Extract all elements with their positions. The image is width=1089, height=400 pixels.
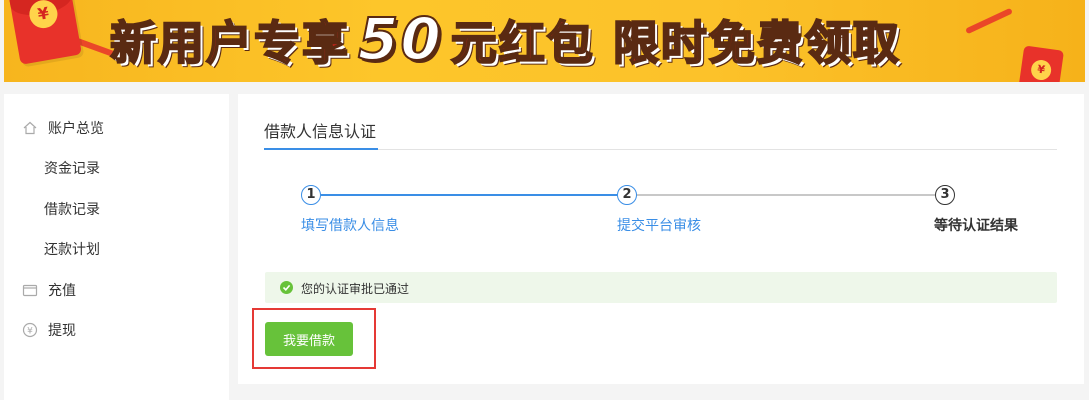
slogan-text-1: 新用户专享 (109, 15, 350, 71)
sidebar-item-fund-records[interactable]: 资金记录 (4, 153, 229, 183)
wallet-icon (22, 282, 38, 298)
sidebar-item-label: 提现 (48, 323, 76, 339)
red-envelope-icon: ¥ (8, 0, 82, 65)
step-connector-pending (637, 194, 935, 196)
sidebar-item-label: 账户总览 (48, 121, 104, 137)
yuan-coin-icon: ¥ (1029, 58, 1053, 82)
sidebar-item-label: 充值 (48, 283, 76, 299)
main-panel: 借款人信息认证 1 填写借款人信息 2 提交平台审核 3 等待认证结果 您的认证… (238, 94, 1084, 384)
progress-steps: 1 填写借款人信息 2 提交平台审核 3 等待认证结果 (238, 94, 1084, 254)
sidebar-nav: 账户总览 资金记录 借款记录 还款计划 充值 ¥ 提现 (4, 94, 229, 400)
alert-message: 您的认证审批已通过 (301, 282, 410, 296)
step-3-circle: 3 (935, 185, 955, 205)
sidebar-item-repayment-plan[interactable]: 还款计划 (4, 234, 229, 264)
step-1-label: 填写借款人信息 (301, 218, 399, 234)
slogan-text-2: 元红包 限时免费领取 (450, 15, 901, 71)
ribbon-decoration (965, 7, 1013, 35)
sidebar-item-account-overview[interactable]: 账户总览 (4, 113, 229, 143)
step-1-circle: 1 (301, 185, 321, 205)
slogan-number: 50 (357, 4, 443, 74)
apply-loan-button[interactable]: 我要借款 (265, 322, 353, 356)
success-alert: 您的认证审批已通过 (265, 272, 1057, 303)
yuan-icon: ¥ (22, 322, 38, 338)
red-envelope-icon: ¥ (1017, 45, 1065, 82)
banner-slogan: 新用户专享 50 元红包 限时免费领取 (104, 4, 907, 74)
step-3-label: 等待认证结果 (934, 218, 1018, 234)
sidebar-item-withdraw[interactable]: ¥ 提现 (4, 315, 229, 345)
sidebar-item-label: 资金记录 (44, 161, 100, 177)
check-circle-icon (280, 281, 293, 294)
step-2-label: 提交平台审核 (617, 218, 701, 234)
sidebar-item-loan-records[interactable]: 借款记录 (4, 194, 229, 224)
home-icon (22, 120, 38, 136)
step-2-circle: 2 (617, 185, 637, 205)
sidebar-item-label: 还款计划 (44, 242, 100, 258)
sidebar-item-label: 借款记录 (44, 202, 100, 218)
step-connector-done (321, 194, 617, 196)
svg-text:¥: ¥ (27, 327, 33, 337)
promo-banner[interactable]: ¥ 新用户专享 50 元红包 限时免费领取 ¥ (4, 0, 1085, 82)
sidebar-item-recharge[interactable]: 充值 (4, 275, 229, 305)
